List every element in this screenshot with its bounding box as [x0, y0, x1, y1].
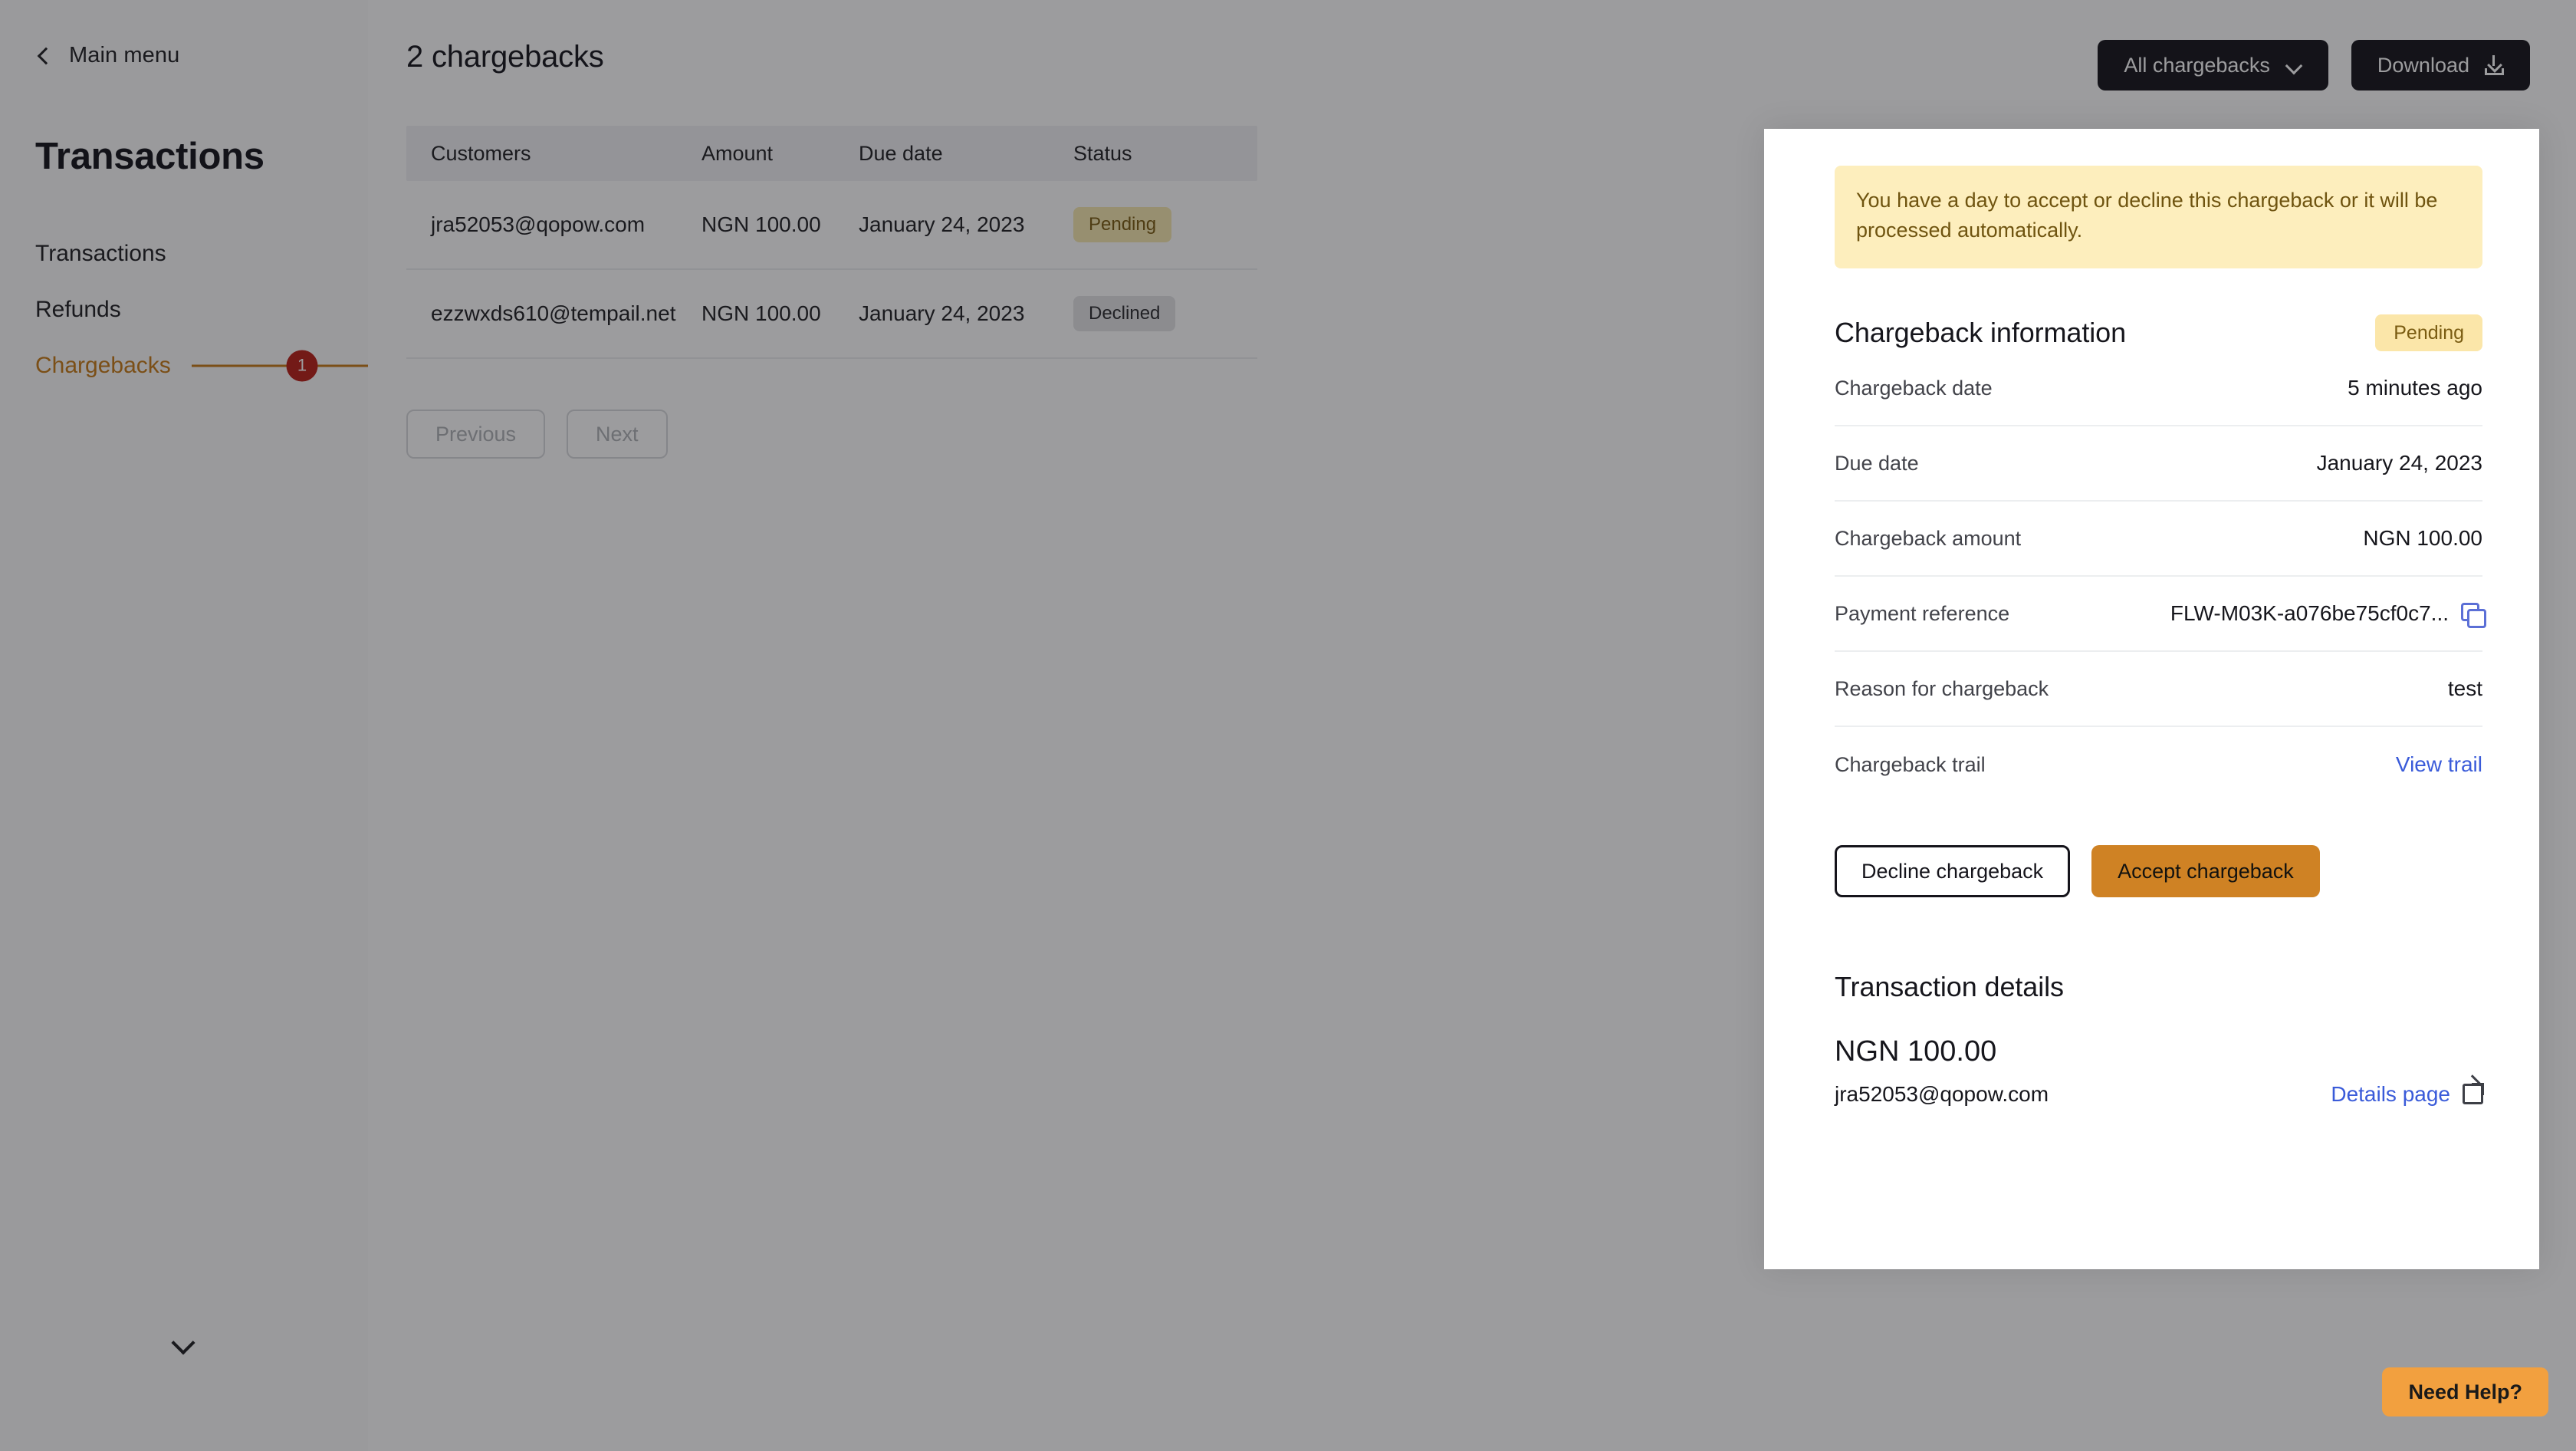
cell-due-date: January 24, 2023	[859, 212, 1025, 236]
detail-row-payment-reference: Payment reference FLW-M03K-a076be75cf0c7…	[1835, 577, 2486, 653]
transaction-customer-email: jra52053@qopow.com	[1835, 1082, 2049, 1107]
next-page-button[interactable]: Next	[567, 410, 668, 459]
sidebar-active-rule	[192, 364, 368, 367]
cell-amount: NGN 100.00	[702, 301, 821, 325]
detail-row-reason-for-chargeback: Reason for chargeback test	[1835, 652, 2482, 728]
details-page-link[interactable]: Details page	[2331, 1074, 2484, 1107]
sidebar-item-chargebacks[interactable]: Chargebacks 1	[0, 337, 368, 393]
sidebar-item-label: Refunds	[35, 296, 121, 322]
transaction-amount: NGN 100.00	[1835, 1035, 1997, 1068]
detail-row-chargeback-trail: Chargeback trail View trail	[1835, 727, 2482, 802]
chargeback-information-title: Chargeback information	[1835, 317, 2127, 349]
header-actions: All chargebacks Download	[2098, 40, 2530, 90]
status-badge: Declined	[1073, 296, 1176, 331]
sidebar-item-refunds[interactable]: Refunds	[0, 281, 368, 337]
cell-customer: ezzwxds610@tempail.net	[431, 301, 676, 325]
transaction-summary-row: jra52053@qopow.com Details page	[1835, 1074, 2484, 1107]
sidebar-item-label: Chargebacks	[35, 352, 171, 378]
detail-row-chargeback-amount: Chargeback amount NGN 100.00	[1835, 502, 2482, 577]
chevron-down-icon	[169, 1333, 199, 1353]
view-trail-link[interactable]: View trail	[2396, 752, 2482, 777]
accept-chargeback-button[interactable]: Accept chargeback	[2091, 845, 2320, 898]
sidebar-chargebacks-count-badge: 1	[286, 350, 318, 381]
table-row[interactable]: jra52053@qopow.com NGN 100.00 January 24…	[406, 181, 1257, 270]
table-row[interactable]: ezzwxds610@tempail.net NGN 100.00 Januar…	[406, 270, 1257, 359]
payment-reference-value: FLW-M03K-a076be75cf0c7...	[2170, 601, 2449, 626]
all-chargebacks-filter-button[interactable]: All chargebacks	[2098, 40, 2328, 90]
detail-value-group: FLW-M03K-a076be75cf0c7...	[2170, 601, 2486, 629]
chargeback-details-drawer: You have a day to accept or decline this…	[1764, 129, 2539, 1269]
column-header-status: Status	[1073, 141, 1132, 165]
detail-label: Chargeback amount	[1835, 526, 2022, 550]
external-link-icon	[2463, 1074, 2484, 1105]
back-to-main-menu-label: Main menu	[69, 42, 180, 67]
detail-value: January 24, 2023	[2316, 451, 2482, 475]
download-button[interactable]: Download	[2351, 40, 2530, 90]
main-header: 2 chargebacks All chargebacks Download	[406, 0, 2530, 90]
sidebar-item-transactions[interactable]: Transactions	[0, 225, 368, 281]
column-header-amount: Amount	[702, 141, 774, 165]
detail-value: 5 minutes ago	[2348, 376, 2482, 400]
chevron-down-icon	[2285, 60, 2302, 71]
detail-label: Reason for chargeback	[1835, 676, 2049, 700]
transaction-details-title: Transaction details	[1835, 971, 2064, 1003]
chargeback-action-buttons: Decline chargeback Accept chargeback	[1835, 845, 2482, 898]
detail-row-due-date: Due date January 24, 2023	[1835, 426, 2482, 502]
details-page-label: Details page	[2331, 1082, 2450, 1107]
column-header-customers: Customers	[431, 141, 531, 165]
sidebar-nav: Transactions Refunds Chargebacks 1	[0, 225, 368, 393]
detail-label: Chargeback trail	[1835, 752, 1986, 776]
copy-icon[interactable]	[2461, 603, 2486, 629]
decline-chargeback-button[interactable]: Decline chargeback	[1835, 845, 2071, 898]
detail-label: Due date	[1835, 451, 1919, 475]
sidebar-collapse-button[interactable]	[0, 1333, 368, 1353]
detail-label: Payment reference	[1835, 601, 2010, 625]
app-root: Main menu Transactions Transactions Refu…	[0, 0, 2576, 1451]
sidebar-item-label: Transactions	[35, 240, 166, 266]
page-title: 2 chargebacks	[406, 40, 604, 74]
back-to-main-menu-button[interactable]: Main menu	[0, 37, 368, 74]
all-chargebacks-filter-label: All chargebacks	[2124, 53, 2270, 77]
table-header-row: Customers Amount Due date Status	[406, 126, 1257, 181]
chargeback-information-header: Chargeback information Pending	[1835, 314, 2482, 352]
cell-amount: NGN 100.00	[702, 212, 821, 236]
cell-due-date: January 24, 2023	[859, 301, 1025, 325]
detail-row-chargeback-date: Chargeback date 5 minutes ago	[1835, 351, 2482, 427]
download-label: Download	[2377, 53, 2469, 77]
column-header-due-date: Due date	[859, 141, 943, 165]
chargeback-deadline-alert: You have a day to accept or decline this…	[1835, 166, 2482, 269]
cell-customer: jra52053@qopow.com	[431, 212, 646, 236]
sidebar: Main menu Transactions Transactions Refu…	[0, 0, 368, 1451]
chevron-left-icon	[35, 47, 52, 64]
detail-label: Chargeback date	[1835, 376, 1993, 400]
cell-status: Pending	[1073, 207, 1227, 242]
download-icon	[2485, 55, 2504, 75]
detail-value: NGN 100.00	[2363, 526, 2482, 551]
detail-value: test	[2447, 676, 2482, 701]
sidebar-title: Transactions	[35, 136, 264, 177]
chargebacks-table: Customers Amount Due date Status jra5205…	[406, 126, 1257, 359]
status-badge: Pending	[1073, 207, 1172, 242]
cell-status: Declined	[1073, 296, 1227, 331]
previous-page-button[interactable]: Previous	[406, 410, 546, 459]
need-help-button[interactable]: Need Help?	[2382, 1367, 2548, 1416]
status-badge: Pending	[2375, 314, 2482, 352]
